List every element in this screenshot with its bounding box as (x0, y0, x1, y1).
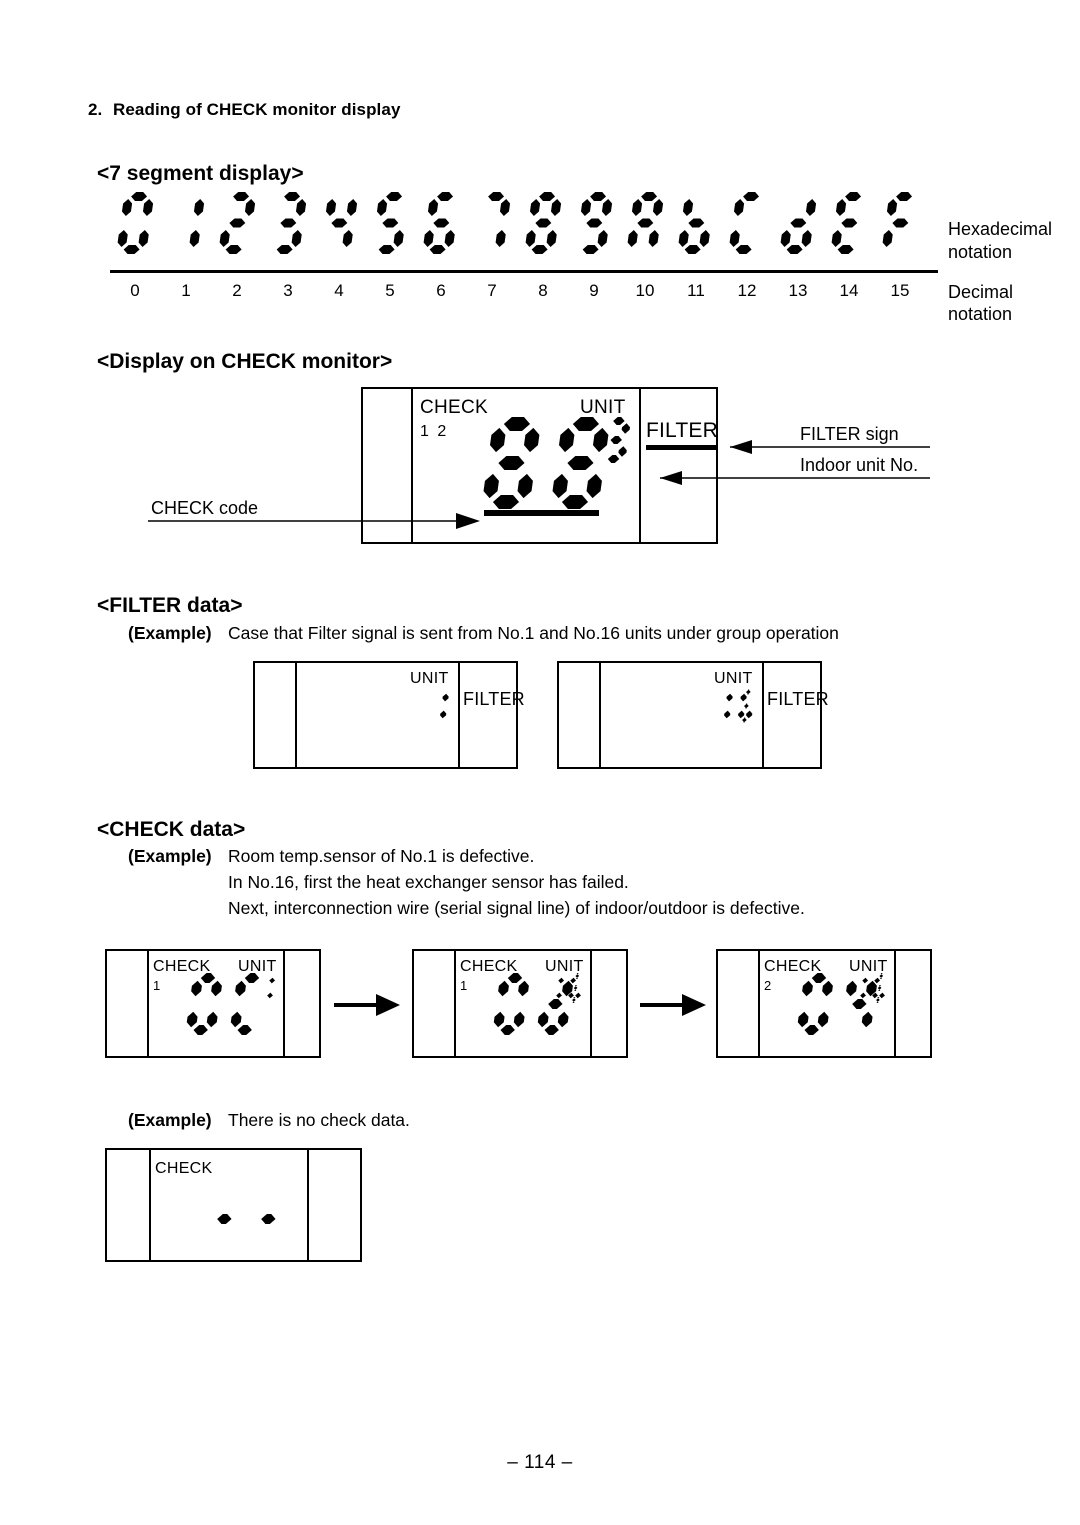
seven-segment-char (548, 973, 565, 1003)
filter-lcd-1-divider-left (295, 663, 297, 767)
no-check-data-lcd: CHECK (105, 1148, 362, 1262)
seven-segment-char (715, 689, 734, 723)
check-lcd-1-divider-right (283, 951, 285, 1056)
filter-lcd-1-filter-label: FILTER (463, 689, 525, 709)
check-lcd-1-unit-number (259, 973, 278, 1003)
no-check-lcd-divider-left (149, 1150, 151, 1260)
check-lcd-2-divider-right (590, 951, 592, 1056)
check-lcd-3: CHECK UNIT 2 (716, 949, 932, 1058)
filter-lcd-2-divider-left (599, 663, 601, 767)
check-lcd-2: CHECK UNIT 1 (412, 949, 628, 1058)
filter-lcd-1: UNIT FILTER (253, 661, 525, 769)
seven-segment-char (871, 973, 888, 1003)
check-lcd-1-indicator: 1 (153, 978, 161, 993)
seven-segment-char (431, 689, 450, 723)
seven-segment-char (737, 689, 756, 723)
seven-segment-char (492, 973, 531, 1035)
check-lcd-2-divider-left (454, 951, 456, 1056)
annotation-leader-lines (148, 440, 930, 529)
seven-segment-char (205, 1188, 244, 1250)
filter-lcd-2: UNIT FILTER (557, 661, 829, 769)
no-check-lcd-check-label: CHECK (155, 1160, 213, 1177)
no-check-lcd-dashes (205, 1188, 292, 1250)
seven-segment-char (185, 973, 224, 1035)
check-example-line-3: Next, interconnection wire (serial signa… (228, 898, 805, 918)
document-page: 2. Reading of CHECK monitor display <7 s… (0, 0, 1080, 1525)
filter-lcd-2-divider-right (762, 663, 764, 767)
check-example-label: (Example) (128, 846, 212, 866)
filter-data-heading: <FILTER data> (97, 594, 243, 617)
filter-lcd-2-filter-label: FILTER (767, 689, 829, 709)
check-lcd-3-divider-left (758, 951, 760, 1056)
seven-segment-char (567, 973, 584, 1003)
check-lcd-1-divider-left (147, 951, 149, 1056)
check-example-line-2: In No.16, first the heat exchanger senso… (228, 872, 629, 892)
check-example-line-1: Room temp.sensor of No.1 is defective. (228, 846, 535, 866)
filter-lcd-2-unit-label: UNIT (714, 670, 753, 687)
seven-segment-char (259, 973, 276, 1003)
flow-arrow-1 (334, 994, 400, 1016)
page-footer: – 114 – (507, 1452, 573, 1473)
filter-example-label: (Example) (128, 623, 212, 643)
check-lcd-3-divider-right (894, 951, 896, 1056)
check-data-heading: <CHECK data> (97, 818, 246, 841)
filter-lcd-2-unit-number (715, 689, 759, 723)
check-lcd-3-unit-number (852, 973, 890, 1003)
seven-segment-char (852, 973, 869, 1003)
check-lcd-1: CHECK UNIT 1 (105, 949, 321, 1058)
filter-example-text: Case that Filter signal is sent from No.… (228, 623, 839, 643)
check-lcd-3-indicator: 2 (764, 978, 772, 993)
filter-lcd-1-unit-label: UNIT (410, 670, 449, 687)
no-check-example-text: There is no check data. (228, 1110, 410, 1130)
seven-segment-char (796, 973, 835, 1035)
no-check-lcd-divider-right (307, 1150, 309, 1260)
filter-lcd-1-divider-right (458, 663, 460, 767)
check-lcd-2-unit-number (548, 973, 586, 1003)
no-check-example-label: (Example) (128, 1110, 212, 1130)
flow-arrow-2 (640, 994, 706, 1016)
check-lcd-2-indicator: 1 (460, 978, 468, 993)
seven-segment-char (249, 1188, 288, 1250)
filter-lcd-1-unit-number (431, 689, 453, 723)
